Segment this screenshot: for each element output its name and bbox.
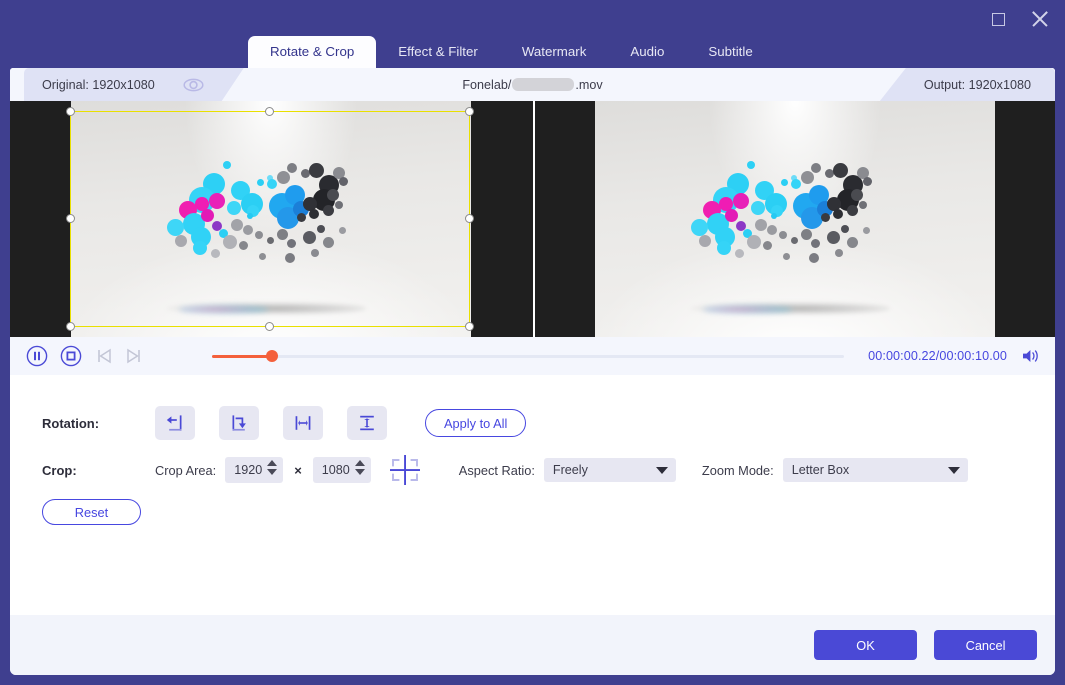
previous-frame-button[interactable]	[92, 343, 118, 369]
settings-area: Rotation:	[10, 375, 1055, 637]
stepper-up-icon[interactable]	[267, 460, 277, 466]
frame-shadow-tint	[703, 305, 793, 314]
time-display: 00:00:00.22/00:00:10.00	[868, 349, 1007, 363]
original-preview[interactable]	[10, 101, 533, 337]
crop-row: Crop: Crop Area: 1920 × 1080	[10, 449, 1055, 491]
preview-area	[10, 101, 1055, 337]
stop-button[interactable]	[58, 343, 84, 369]
maximize-icon	[992, 13, 1005, 26]
aspect-ratio-select[interactable]: Freely	[544, 458, 676, 482]
crop-handle-top-center[interactable]	[265, 107, 274, 116]
tab-audio[interactable]: Audio	[608, 36, 686, 68]
reset-row: Reset	[10, 499, 1055, 525]
output-size-label: Output: 1920x1080	[924, 78, 1031, 92]
rotation-row: Rotation:	[10, 397, 1055, 449]
crop-width-input[interactable]: 1920	[225, 457, 283, 483]
tab-subtitle[interactable]: Subtitle	[686, 36, 774, 68]
stepper-down-icon[interactable]	[355, 469, 365, 475]
crop-height-input[interactable]: 1080	[313, 457, 371, 483]
pause-button[interactable]	[24, 343, 50, 369]
chevron-down-icon	[656, 467, 668, 474]
crop-width-value: 1920	[234, 463, 262, 477]
tab-effect-filter[interactable]: Effect & Filter	[376, 36, 500, 68]
flip-vertical-icon	[357, 413, 377, 433]
output-size-chip: Output: 1920x1080	[880, 68, 1055, 101]
maximize-button[interactable]	[985, 6, 1011, 32]
original-size-label: Original: 1920x1080	[42, 78, 155, 92]
seek-slider[interactable]	[212, 349, 844, 363]
cancel-button[interactable]: Cancel	[934, 630, 1037, 660]
seek-track	[212, 355, 844, 358]
crop-handle-bottom-left[interactable]	[66, 322, 75, 331]
crop-handle-middle-left[interactable]	[66, 214, 75, 223]
apply-to-all-button[interactable]: Apply to All	[425, 409, 526, 437]
reset-button[interactable]: Reset	[42, 499, 141, 525]
seek-progress-fill	[212, 355, 272, 358]
crop-width-stepper[interactable]	[267, 460, 277, 475]
rotate-left-icon	[165, 413, 185, 433]
zoom-mode-select[interactable]: Letter Box	[783, 458, 968, 482]
file-name-prefix: Fonelab/	[462, 78, 511, 92]
close-button[interactable]	[1027, 6, 1053, 32]
stepper-up-icon[interactable]	[355, 460, 365, 466]
next-frame-icon	[124, 348, 142, 364]
crop-handle-top-left[interactable]	[66, 107, 75, 116]
playback-bar: 00:00:00.22/00:00:10.00	[10, 337, 1055, 375]
zoom-mode-value: Letter Box	[792, 463, 849, 477]
close-icon	[1031, 10, 1049, 28]
preview-info-bar: Fonelab/ .mov Original: 1920x1080 Output:…	[10, 68, 1055, 101]
next-frame-button[interactable]	[120, 343, 146, 369]
crop-handle-bottom-right[interactable]	[465, 322, 474, 331]
flip-horizontal-button[interactable]	[283, 406, 323, 440]
stop-icon	[60, 345, 82, 367]
window-controls	[985, 6, 1053, 32]
crop-center-icon	[389, 455, 421, 485]
crop-handle-top-right[interactable]	[465, 107, 474, 116]
seek-thumb[interactable]	[266, 350, 278, 362]
stepper-down-icon[interactable]	[267, 469, 277, 475]
volume-button[interactable]	[1021, 348, 1041, 364]
tab-rotate-crop[interactable]: Rotate & Crop	[248, 36, 376, 68]
rotate-left-button[interactable]	[155, 406, 195, 440]
crop-handle-middle-right[interactable]	[465, 214, 474, 223]
tab-watermark[interactable]: Watermark	[500, 36, 609, 68]
file-name-suffix: .mov	[575, 78, 602, 92]
rotation-label: Rotation:	[42, 416, 155, 431]
output-preview[interactable]	[533, 101, 1056, 337]
aspect-ratio-label: Aspect Ratio:	[459, 463, 535, 478]
crop-height-value: 1080	[322, 463, 350, 477]
rotate-right-icon	[229, 413, 249, 433]
tab-bar: Rotate & Crop Effect & Filter Watermark …	[0, 36, 1065, 68]
ok-button[interactable]: OK	[814, 630, 917, 660]
crop-selection-rect[interactable]	[70, 111, 470, 327]
zoom-mode-label: Zoom Mode:	[702, 463, 774, 478]
output-video-frame	[595, 101, 995, 337]
main-panel: Fonelab/ .mov Original: 1920x1080 Output:…	[10, 68, 1055, 675]
rotate-right-button[interactable]	[219, 406, 259, 440]
video-editor-dialog: Rotate & Crop Effect & Filter Watermark …	[0, 0, 1065, 685]
crop-height-stepper[interactable]	[355, 460, 365, 475]
flip-horizontal-icon	[293, 413, 313, 433]
aspect-ratio-value: Freely	[553, 463, 588, 477]
dialog-footer: OK Cancel	[10, 615, 1055, 675]
dimension-separator: ×	[294, 463, 302, 478]
crop-area-label: Crop Area:	[155, 463, 216, 478]
pause-icon	[26, 345, 48, 367]
eye-icon[interactable]	[183, 78, 204, 92]
file-name-redacted	[512, 78, 574, 91]
crop-handle-bottom-center[interactable]	[265, 322, 274, 331]
volume-icon	[1021, 348, 1041, 364]
title-bar	[0, 0, 1065, 38]
flip-vertical-button[interactable]	[347, 406, 387, 440]
chevron-down-icon	[948, 467, 960, 474]
crop-center-button[interactable]	[387, 453, 423, 487]
previous-frame-icon	[96, 348, 114, 364]
original-size-chip: Original: 1920x1080	[24, 68, 244, 101]
crop-label: Crop:	[42, 463, 155, 478]
